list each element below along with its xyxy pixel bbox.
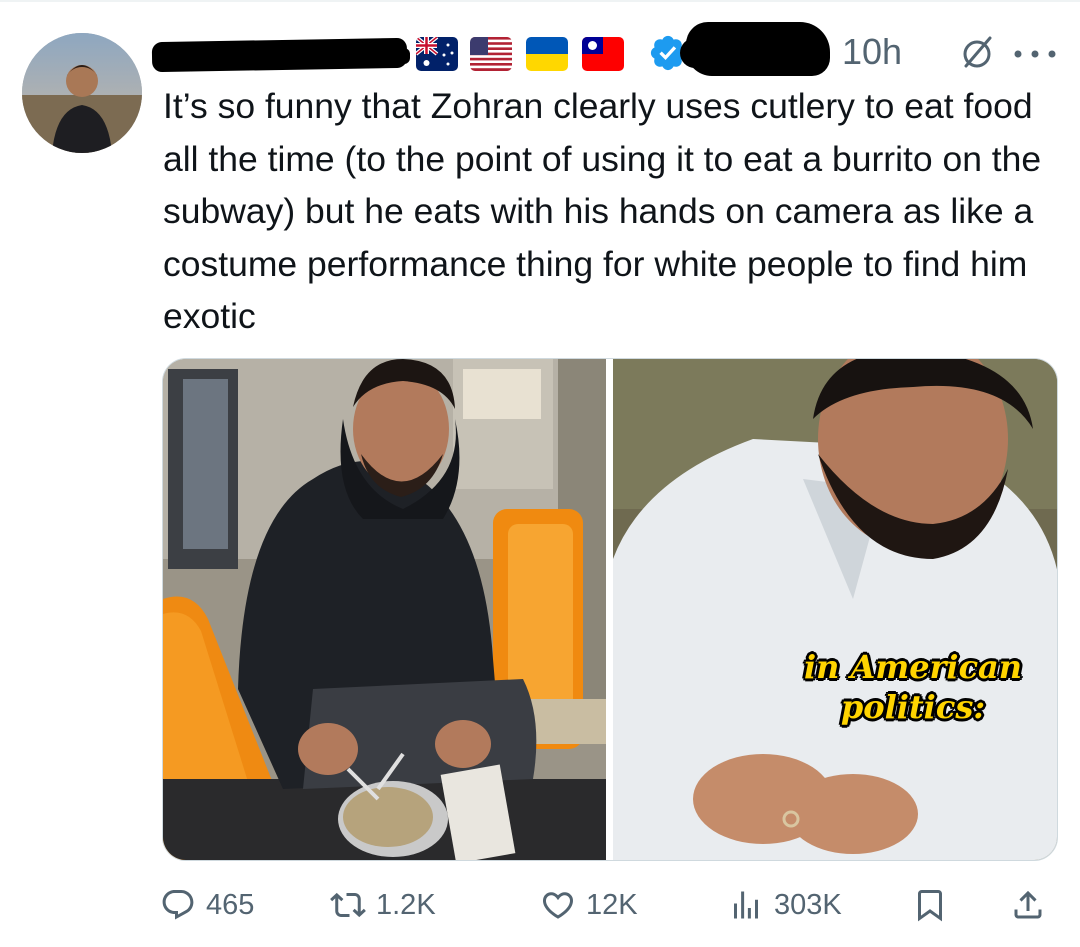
repost-count: 1.2K [376,888,436,921]
top-divider [0,0,1080,2]
share-button[interactable] [1010,880,1056,930]
australia-flag [416,37,458,71]
taiwan-flag [582,37,624,71]
tweet-header: 10h [150,16,1070,86]
usa-flag [470,37,512,71]
media-caption-line-1: in American [803,648,1023,686]
more-options-icon[interactable] [1010,49,1060,59]
reply-button[interactable]: 465 [160,880,254,930]
reply-icon [162,890,194,920]
eating-with-hands-photo [613,359,1057,860]
repost-button[interactable]: 1.2K [330,880,436,930]
views-chart-icon [734,891,758,919]
avatar[interactable] [22,33,142,153]
tweet-time[interactable]: 10h [842,28,902,76]
redacted-display-name-tail [370,48,410,64]
avatar-photo [22,33,142,153]
heart-icon [542,892,574,919]
like-count: 12K [586,888,638,921]
redacted-display-name [151,37,408,73]
like-button[interactable]: 12K [540,880,638,930]
share-icon [1014,890,1042,919]
tweet-media[interactable]: in American politics: [162,358,1058,861]
tweet-text: It’s so funny that Zohran clearly uses c… [163,86,1042,336]
reply-count: 465 [206,888,255,921]
tweet-action-bar: 465 1.2K 12K 303K [160,880,1060,930]
redacted-handle-edge [680,38,710,68]
bookmark-button[interactable] [912,880,958,930]
subway-burrito-photo [163,359,606,860]
views-count: 303K [774,888,842,921]
repost-icon [330,892,366,918]
bookmark-icon [918,890,942,922]
media-caption: in American politics: [763,647,1057,727]
grok-icon[interactable] [958,33,996,71]
ukraine-flag [526,37,568,71]
views-button[interactable]: 303K [728,880,842,930]
media-caption-line-2: politics: [840,688,986,726]
